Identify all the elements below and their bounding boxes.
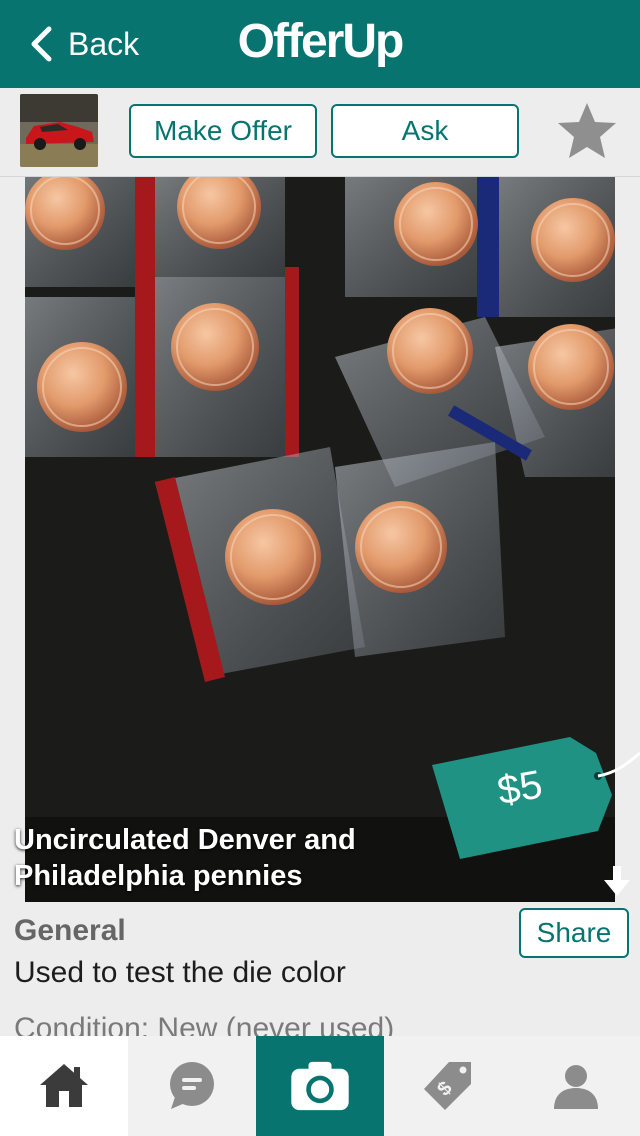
nav-messages[interactable] — [128, 1036, 256, 1136]
action-bar: Make Offer Ask — [0, 88, 640, 177]
messages-icon — [170, 1062, 214, 1109]
arrow-down-icon[interactable] — [602, 864, 632, 898]
home-icon — [40, 1064, 88, 1107]
selling-tag-icon: $ — [424, 1062, 471, 1110]
nav-camera[interactable] — [256, 1036, 384, 1136]
nav-profile[interactable] — [512, 1036, 640, 1136]
car-thumbnail-image — [20, 94, 98, 167]
listing-title-line-2: Philadelphia pennies — [14, 860, 303, 892]
bottom-nav: $ — [0, 1036, 640, 1136]
ask-button[interactable]: Ask — [331, 104, 519, 158]
listing-title-line-1: Uncirculated Denver and — [14, 824, 356, 856]
listing-details: General Share Used to test the die color… — [0, 902, 640, 1036]
nav-selling[interactable]: $ — [384, 1036, 512, 1136]
share-button[interactable]: Share — [519, 908, 629, 958]
category-label: General — [14, 914, 126, 947]
camera-icon — [291, 1061, 349, 1111]
profile-icon — [554, 1065, 598, 1109]
brand-text: OfferUp — [237, 15, 405, 68]
brand-logo: OfferUp — [0, 14, 640, 69]
condition-label: Condition: New (never used) — [14, 1012, 395, 1036]
listing-title: Uncirculated Denver and Philadelphia pen… — [14, 822, 434, 894]
app-header: Back OfferUp — [0, 0, 640, 88]
nav-home[interactable] — [0, 1036, 128, 1136]
make-offer-button[interactable]: Make Offer — [129, 104, 317, 158]
listing-description: Used to test the die color — [14, 956, 346, 989]
seller-thumbnail[interactable] — [20, 94, 98, 167]
star-icon[interactable] — [556, 100, 618, 162]
